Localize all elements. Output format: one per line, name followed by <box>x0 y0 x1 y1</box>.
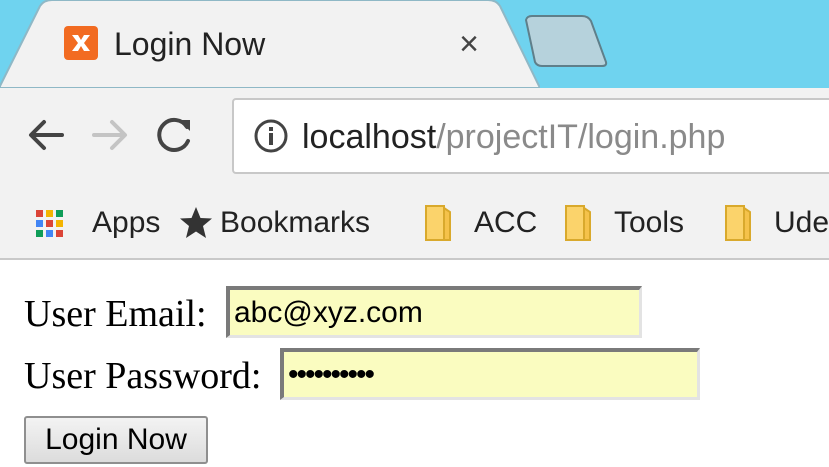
tab-title: Login Now <box>114 26 266 62</box>
close-icon[interactable]: × <box>452 24 486 64</box>
page-content: User Email: User Password: Login Now <box>0 260 829 467</box>
bookmark-label: Apps <box>92 206 161 239</box>
bookmark-bookmarks[interactable]: Bookmarks <box>178 202 408 244</box>
bookmark-label: Bookmarks <box>220 206 371 239</box>
url-path: /projectIT/login.php <box>436 118 726 156</box>
xampp-icon <box>64 26 98 60</box>
email-field[interactable] <box>226 286 642 338</box>
password-field[interactable] <box>280 348 700 400</box>
arrow-right-icon[interactable] <box>86 108 134 162</box>
toolbar: localhost/projectIT/login.php <box>0 88 829 184</box>
tab-strip: Login Now × <box>0 0 829 88</box>
email-row: User Email: <box>24 286 654 338</box>
folder-icon <box>725 205 751 241</box>
arrow-left-icon[interactable] <box>22 108 70 162</box>
star-icon <box>180 207 212 238</box>
bookmark-ude[interactable]: Ude <box>720 202 829 244</box>
bookmark-acc[interactable]: ACC <box>420 202 540 244</box>
password-row: User Password: <box>24 348 714 400</box>
login-button[interactable]: Login Now <box>24 416 208 464</box>
bookmark-apps[interactable]: Apps <box>32 202 162 244</box>
info-icon[interactable] <box>252 117 290 155</box>
bookmark-label: Ude <box>774 206 829 239</box>
folder-icon <box>425 205 451 241</box>
reload-icon[interactable] <box>150 108 198 162</box>
bookmark-tools[interactable]: Tools <box>560 202 690 244</box>
bookmark-label: Tools <box>614 206 685 239</box>
password-label: User Password: <box>24 355 262 397</box>
browser-window: Login Now × localhost/projectIT/login.ph… <box>0 0 829 467</box>
tab-login-now[interactable]: Login Now × <box>0 0 540 88</box>
url-text[interactable]: localhost/projectIT/login.php <box>302 116 725 158</box>
email-label: User Email: <box>24 293 207 335</box>
bookmark-label: ACC <box>474 206 538 239</box>
url-host: localhost <box>302 118 437 156</box>
new-tab-button[interactable] <box>520 12 610 70</box>
bookmarks-bar: Apps Bookmarks ACC Tools Ude <box>0 184 829 260</box>
address-bar[interactable]: localhost/projectIT/login.php <box>232 98 829 174</box>
apps-grid-icon <box>36 210 63 237</box>
folder-icon <box>565 205 591 241</box>
